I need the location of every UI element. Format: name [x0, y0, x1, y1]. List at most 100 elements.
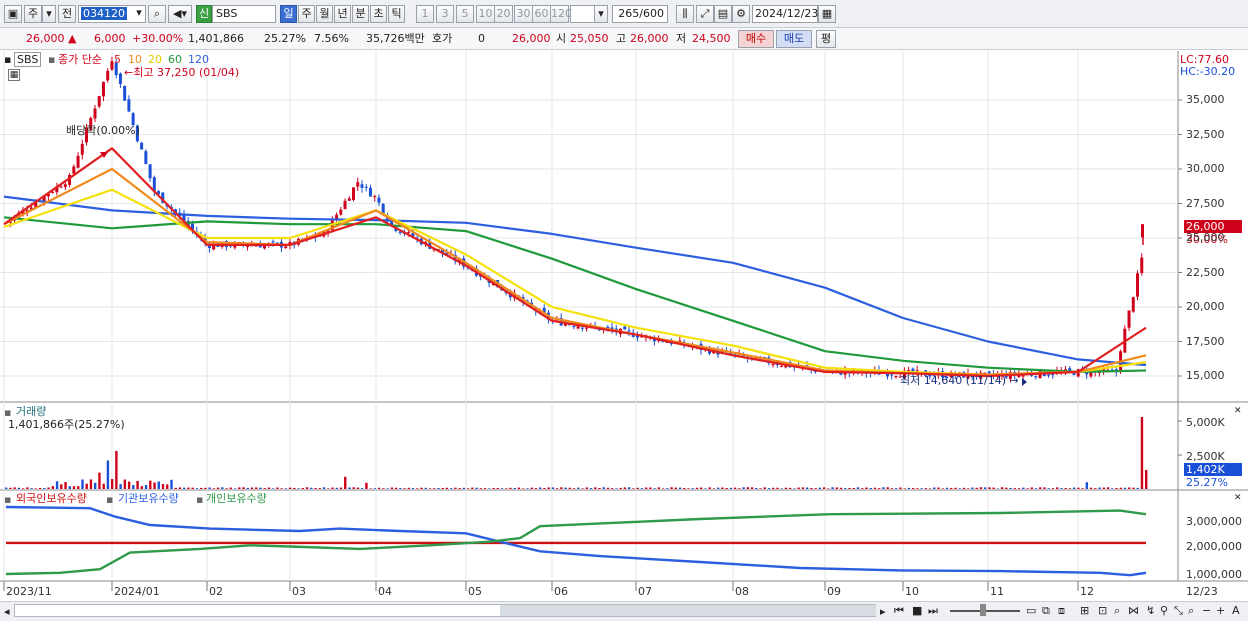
- eval-button[interactable]: 평: [816, 30, 836, 48]
- stop-icon[interactable]: ■: [912, 604, 922, 617]
- volume-bar: [983, 487, 987, 489]
- interval-button-30[interactable]: 30: [514, 5, 533, 23]
- volume-bar: [954, 487, 957, 489]
- plus-icon[interactable]: +: [1216, 604, 1225, 617]
- holdings-tick-3: 1,000,000: [1186, 568, 1242, 581]
- price-tick-0: 35,000: [1186, 93, 1225, 106]
- zoom-out-icon[interactable]: ⌕: [1188, 604, 1194, 617]
- count-input[interactable]: 265/600: [612, 5, 668, 23]
- interval-button-10[interactable]: 10: [476, 5, 495, 23]
- draw-tool-icon[interactable]: ⤢: [696, 5, 714, 23]
- candle-body: [1127, 310, 1131, 328]
- scroll-right-icon[interactable]: ▸: [880, 605, 886, 618]
- chart-area[interactable]: ▪ SBS ▪ 종가 단순 5 10 20 60 120 ▦ ←최고 37,25…: [0, 51, 1248, 621]
- volume-bar: [449, 488, 453, 489]
- volume-bar: [907, 487, 911, 489]
- view-icon-2[interactable]: ⧉: [1042, 604, 1050, 617]
- volume-bar: [594, 487, 597, 489]
- volume-bar: [844, 488, 847, 489]
- volume-panel-close-icon[interactable]: ✕: [1234, 405, 1242, 418]
- volume-bar: [831, 487, 834, 489]
- volume-bar: [475, 487, 478, 489]
- date-input[interactable]: 2024/12/23: [752, 5, 818, 23]
- ma120-legend: 120: [188, 53, 209, 66]
- candle-type-icon[interactable]: ⫼: [676, 5, 694, 23]
- rewind-icon[interactable]: ⏮: [894, 604, 904, 617]
- candle-body: [97, 96, 101, 107]
- search-icon[interactable]: ⌕: [148, 5, 166, 23]
- volume-bar: [327, 488, 330, 489]
- volume-bar: [115, 450, 118, 489]
- period-button-1[interactable]: 주: [298, 5, 315, 23]
- panel-menu-icon[interactable]: ▪: [4, 53, 11, 66]
- interval-button-5[interactable]: 5: [456, 5, 474, 23]
- volume-bar: [619, 487, 622, 489]
- prev-button[interactable]: 전: [58, 5, 76, 23]
- volume-bar: [738, 488, 741, 489]
- volume-bar: [780, 488, 783, 489]
- grid-toggle-icon[interactable]: ▦: [8, 69, 20, 81]
- search-zoom-icon[interactable]: ⚲: [1160, 604, 1168, 617]
- minus-icon[interactable]: −: [1202, 604, 1211, 617]
- gear-icon[interactable]: ⚙: [732, 5, 750, 23]
- interval-button-20[interactable]: 20: [494, 5, 513, 23]
- volume-bar: [564, 487, 567, 489]
- volume-bar: [928, 488, 932, 489]
- mode-button[interactable]: 주: [24, 5, 42, 23]
- fast-forward-icon[interactable]: ⏭: [928, 604, 938, 617]
- view-icon-1[interactable]: ▭: [1026, 604, 1036, 617]
- volume-bar: [356, 487, 360, 489]
- sound-icon[interactable]: ◀▾: [168, 5, 192, 23]
- interval-dropdown-icon[interactable]: ▾: [594, 5, 608, 23]
- interval-button-3[interactable]: 3: [436, 5, 454, 23]
- right-arrow-icon: →: [1009, 374, 1019, 387]
- font-size-icon[interactable]: A: [1232, 604, 1240, 617]
- volume-bar: [199, 487, 203, 489]
- view-icon-3[interactable]: ⧈: [1058, 604, 1065, 617]
- volume-bar: [975, 487, 978, 489]
- volume-bar: [314, 488, 317, 489]
- interval-button-60[interactable]: 60: [532, 5, 551, 23]
- scroll-left-icon[interactable]: ◂: [4, 605, 10, 618]
- stock-name-field[interactable]: SBS: [212, 5, 276, 23]
- tool-icon-5[interactable]: ↯: [1146, 604, 1155, 617]
- volume-bar: [68, 486, 71, 489]
- chart-svg[interactable]: [0, 51, 1248, 621]
- period-button-4[interactable]: 분: [352, 5, 369, 23]
- period-button-2[interactable]: 월: [316, 5, 333, 23]
- tool-icon-1[interactable]: ⊞: [1080, 604, 1089, 617]
- period-button-3[interactable]: 년: [334, 5, 351, 23]
- volume-bar: [941, 488, 944, 489]
- volume-bar: [585, 487, 588, 489]
- volume-bar: [666, 488, 669, 489]
- low-price: 24,500: [692, 32, 731, 45]
- volume-bar: [793, 488, 796, 489]
- scrollbar-thumb[interactable]: [500, 605, 876, 616]
- zoom-slider-handle[interactable]: [980, 604, 986, 616]
- interval-button-1[interactable]: 1: [416, 5, 434, 23]
- tool-icon-3[interactable]: ⌕: [1114, 604, 1120, 617]
- save-icon[interactable]: ▤: [714, 5, 732, 23]
- shrink-icon[interactable]: ⤡: [1174, 604, 1183, 617]
- candle-body: [76, 155, 80, 168]
- candle-body: [360, 184, 364, 188]
- tool-icon-4[interactable]: ⋈: [1128, 604, 1139, 617]
- sell-button[interactable]: 매도: [776, 30, 812, 48]
- buy-button[interactable]: 매수: [738, 30, 774, 48]
- chevron-down-icon[interactable]: ▾: [42, 5, 56, 23]
- volume-bar: [822, 487, 826, 489]
- period-button-5[interactable]: 초: [370, 5, 387, 23]
- code-dropdown-icon[interactable]: ▾: [132, 5, 146, 23]
- volume-bar: [441, 487, 444, 489]
- period-button-0[interactable]: 일: [280, 5, 297, 23]
- volume-bar: [187, 487, 190, 489]
- tool-icon-2[interactable]: ⊡: [1098, 604, 1107, 617]
- calendar-icon[interactable]: ▦: [818, 5, 836, 23]
- volume-bar: [1047, 488, 1050, 489]
- volume-bar: [602, 487, 605, 489]
- layout-icon[interactable]: ▣: [4, 5, 22, 23]
- holdings-panel-close-icon[interactable]: ✕: [1234, 492, 1242, 505]
- volume-bar: [903, 488, 906, 489]
- period-button-6[interactable]: 틱: [388, 5, 405, 23]
- interval-button-120[interactable]: 120: [550, 5, 572, 23]
